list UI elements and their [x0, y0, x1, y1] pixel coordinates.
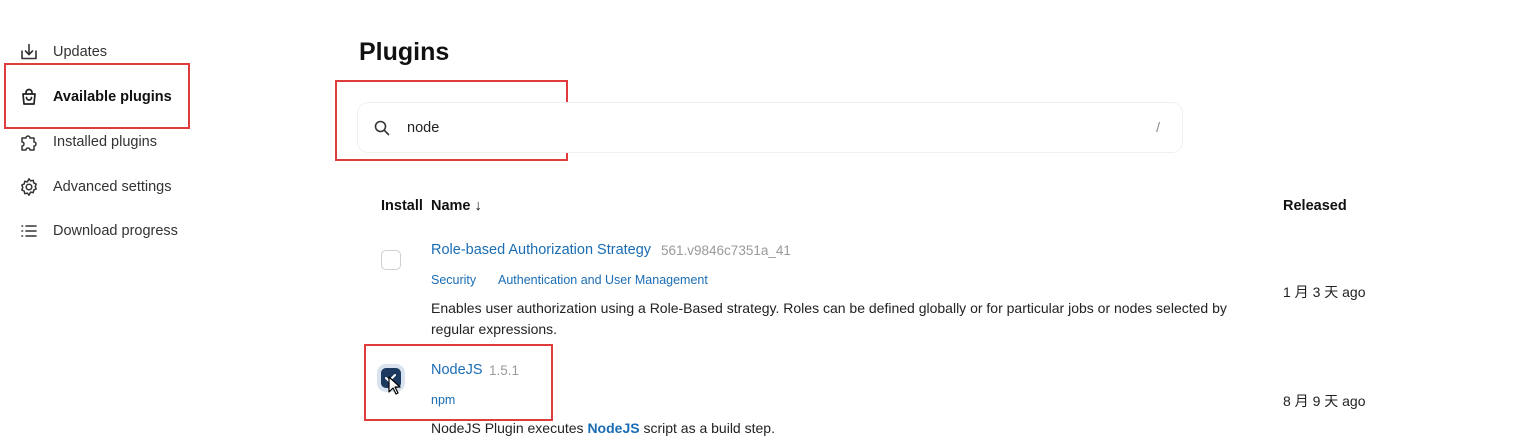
search-input[interactable]	[405, 115, 1109, 141]
sidebar-item-advanced-settings[interactable]: Advanced settings	[18, 169, 172, 205]
tag-security[interactable]: Security	[431, 273, 476, 287]
tag-authentication[interactable]: Authentication and User Management	[498, 273, 708, 287]
column-header-name[interactable]: Name ↓	[431, 198, 482, 214]
description-line: regular expressions.	[431, 321, 558, 337]
plugin-description: NodeJS Plugin executes NodeJS script as …	[431, 418, 1271, 439]
plugin-name-link[interactable]: Role-based Authorization Strategy	[431, 242, 651, 258]
install-checkbox[interactable]	[381, 250, 401, 270]
puzzle-icon	[18, 131, 40, 153]
column-header-released[interactable]: Released	[1283, 198, 1347, 214]
search-bar[interactable]: /	[358, 103, 1182, 152]
sidebar-item-download-progress[interactable]: Download progress	[18, 213, 178, 249]
column-header-install: Install	[381, 198, 423, 214]
page-title: Plugins	[359, 38, 450, 66]
plugin-name-link[interactable]: NodeJS	[431, 362, 483, 378]
plugin-description: Enables user authorization using a Role-…	[431, 298, 1271, 340]
sidebar-item-label: Advanced settings	[53, 179, 172, 195]
sidebar: Updates Available plugins Installed plug…	[0, 0, 320, 448]
plugin-version: 1.5.1	[489, 363, 520, 378]
sidebar-item-label: Available plugins	[53, 89, 172, 105]
sidebar-item-updates[interactable]: Updates	[18, 34, 107, 70]
released-date: 1 月 3 天 ago	[1283, 284, 1366, 300]
sidebar-item-installed-plugins[interactable]: Installed plugins	[18, 124, 157, 160]
gear-icon	[18, 176, 40, 198]
shopping-bag-icon	[18, 86, 40, 108]
sidebar-item-available-plugins[interactable]: Available plugins	[18, 79, 172, 115]
description-text: script as a build step.	[639, 420, 775, 436]
plugin-version: 561.v9846c7351a_41	[661, 243, 791, 258]
released-date: 8 月 9 天 ago	[1283, 393, 1366, 409]
search-shortcut-hint: /	[1156, 119, 1160, 135]
search-icon	[373, 119, 391, 137]
sidebar-item-label: Installed plugins	[53, 134, 157, 150]
description-text: NodeJS Plugin executes	[431, 420, 588, 436]
tag-npm[interactable]: npm	[431, 393, 455, 407]
sidebar-item-label: Download progress	[53, 223, 178, 239]
description-line: Enables user authorization using a Role-…	[431, 300, 1227, 316]
list-icon	[18, 220, 40, 242]
sidebar-item-label: Updates	[53, 44, 108, 60]
download-icon	[18, 41, 40, 63]
mouse-cursor-icon	[388, 376, 401, 395]
nodejs-link[interactable]: NodeJS	[587, 420, 639, 436]
